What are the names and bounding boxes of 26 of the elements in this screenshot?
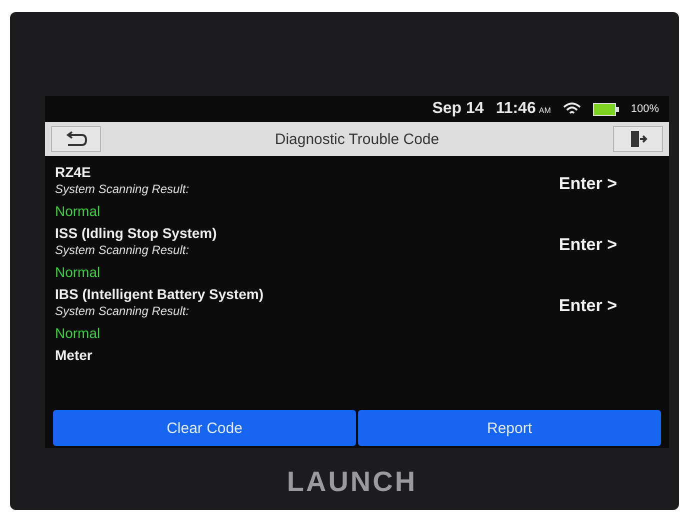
wifi-icon [562,102,581,116]
status-meridiem: AM [538,106,551,115]
system-name: Meter [55,347,92,363]
system-name: RZ4E [55,164,92,180]
battery-percent: 100% [630,103,659,115]
system-name: IBS (Intelligent Battery System) [55,286,264,302]
enter-link[interactable]: Enter > [558,296,617,316]
scan-result: Normal [55,325,102,341]
scan-result: Normal [55,264,102,280]
enter-link[interactable]: Enter > [558,235,617,255]
scan-result: Normal [55,203,102,219]
status-date: Sep 14 [432,100,484,118]
enter-link[interactable]: Enter > [558,174,617,194]
clear-code-button[interactable]: Clear Code [53,410,356,446]
scan-result-label: System Scanning Result: [55,243,190,257]
back-button[interactable] [51,126,101,152]
page-title: Diagnostic Trouble Code [274,130,440,148]
device-brand: LAUNCH [286,466,418,498]
system-name: ISS (Idling Stop System) [55,225,217,241]
battery-icon [592,102,619,116]
exit-button[interactable] [612,126,663,152]
scan-result-label: System Scanning Result: [55,182,190,196]
status-time: 11:46 [496,100,536,118]
report-button[interactable]: Report [358,410,661,446]
back-arrow-icon [64,131,88,147]
scan-result-label: System Scanning Result: [55,304,190,318]
